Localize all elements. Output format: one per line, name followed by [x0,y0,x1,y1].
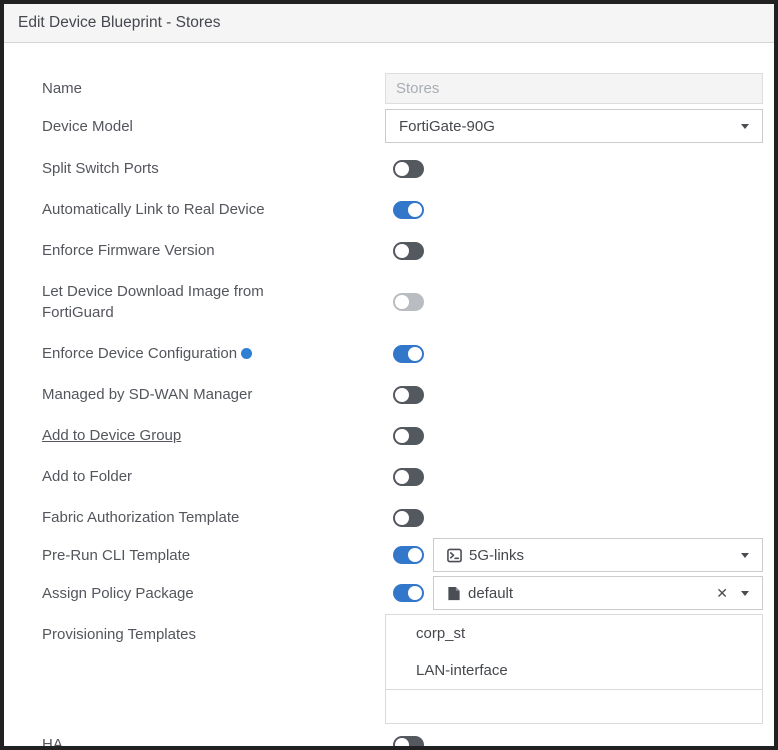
chevron-down-icon [741,553,749,558]
pre-run-cli-template-value: 5G-links [469,547,741,564]
provisioning-templates-label: Provisioning Templates [42,614,385,645]
edit-device-blueprint-dialog: Edit Device Blueprint - Stores Name Devi… [0,0,778,750]
clear-icon[interactable]: ✕ [716,585,728,602]
pre-run-cli-template-toggle[interactable] [393,546,424,564]
form-row-enforce-device-configuration: Enforce Device Configuration [42,333,763,374]
dialog-title-bar: Edit Device Blueprint - Stores [4,4,774,43]
assign-policy-package-toggle[interactable] [393,584,424,602]
form-row-auto-link-real-device: Automatically Link to Real Device [42,189,763,230]
cli-terminal-icon [447,548,462,563]
form-row-managed-by-sdwan-manager: Managed by SD-WAN Manager [42,374,763,415]
form-row-provisioning-templates: Provisioning Templates corp_st LAN-inter… [42,614,763,724]
ha-toggle[interactable] [393,736,424,750]
pre-run-cli-template-label: Pre-Run CLI Template [42,545,385,566]
add-to-device-group-link[interactable]: Add to Device Group [42,425,385,446]
split-switch-ports-label: Split Switch Ports [42,158,385,179]
form-row-name: Name [42,73,763,104]
assign-policy-package-select[interactable]: default ✕ [433,576,763,610]
device-model-select[interactable]: FortiGate-90G [385,109,763,143]
form-row-assign-policy-package: Assign Policy Package default ✕ [42,576,763,610]
form-row-pre-run-cli-template: Pre-Run CLI Template 5G-links [42,538,763,572]
auto-link-real-device-toggle[interactable] [393,201,424,219]
form-row-add-to-folder: Add to Folder [42,456,763,497]
name-input [385,73,763,104]
list-item[interactable]: corp_st [386,615,762,652]
provisioning-templates-add-input[interactable] [385,689,763,724]
form-row-enforce-firmware-version: Enforce Firmware Version [42,230,763,271]
let-device-download-image-label: Let Device Download Image from FortiGuar… [42,281,385,323]
add-to-folder-toggle[interactable] [393,468,424,486]
device-model-value: FortiGate-90G [399,118,741,135]
add-to-folder-label: Add to Folder [42,466,385,487]
list-item[interactable]: LAN-interface [386,652,762,689]
chevron-down-icon [741,591,749,596]
auto-link-real-device-label: Automatically Link to Real Device [42,199,385,220]
dialog-body: Name Device Model FortiGate-90G Split Sw… [4,43,774,750]
let-device-download-image-toggle [393,293,424,311]
form-row-device-model: Device Model FortiGate-90G [42,109,763,143]
dialog-title: Edit Device Blueprint - Stores [18,14,220,32]
chevron-down-icon [741,124,749,129]
pre-run-cli-template-select[interactable]: 5G-links [433,538,763,572]
managed-by-sdwan-manager-toggle[interactable] [393,386,424,404]
enforce-firmware-version-toggle[interactable] [393,242,424,260]
form-row-split-switch-ports: Split Switch Ports [42,148,763,189]
provisioning-templates-list: corp_st LAN-interface [385,614,763,690]
managed-by-sdwan-manager-label: Managed by SD-WAN Manager [42,384,385,405]
add-to-device-group-toggle[interactable] [393,427,424,445]
info-dot-icon [241,348,252,359]
enforce-device-configuration-label: Enforce Device Configuration [42,343,385,364]
assign-policy-package-label: Assign Policy Package [42,583,385,604]
policy-package-icon [447,586,461,601]
form-row-let-device-download-image: Let Device Download Image from FortiGuar… [42,271,763,333]
form-row-fabric-authorization-template: Fabric Authorization Template [42,497,763,538]
form-row-ha: HA [42,724,763,750]
ha-label: HA [42,734,385,750]
form-row-add-to-device-group: Add to Device Group [42,415,763,456]
fabric-authorization-template-label: Fabric Authorization Template [42,507,385,528]
enforce-firmware-version-label: Enforce Firmware Version [42,240,385,261]
fabric-authorization-template-toggle[interactable] [393,509,424,527]
split-switch-ports-toggle[interactable] [393,160,424,178]
assign-policy-package-value: default [468,585,716,602]
enforce-device-configuration-toggle[interactable] [393,345,424,363]
device-model-label: Device Model [42,116,385,137]
name-label: Name [42,78,385,99]
